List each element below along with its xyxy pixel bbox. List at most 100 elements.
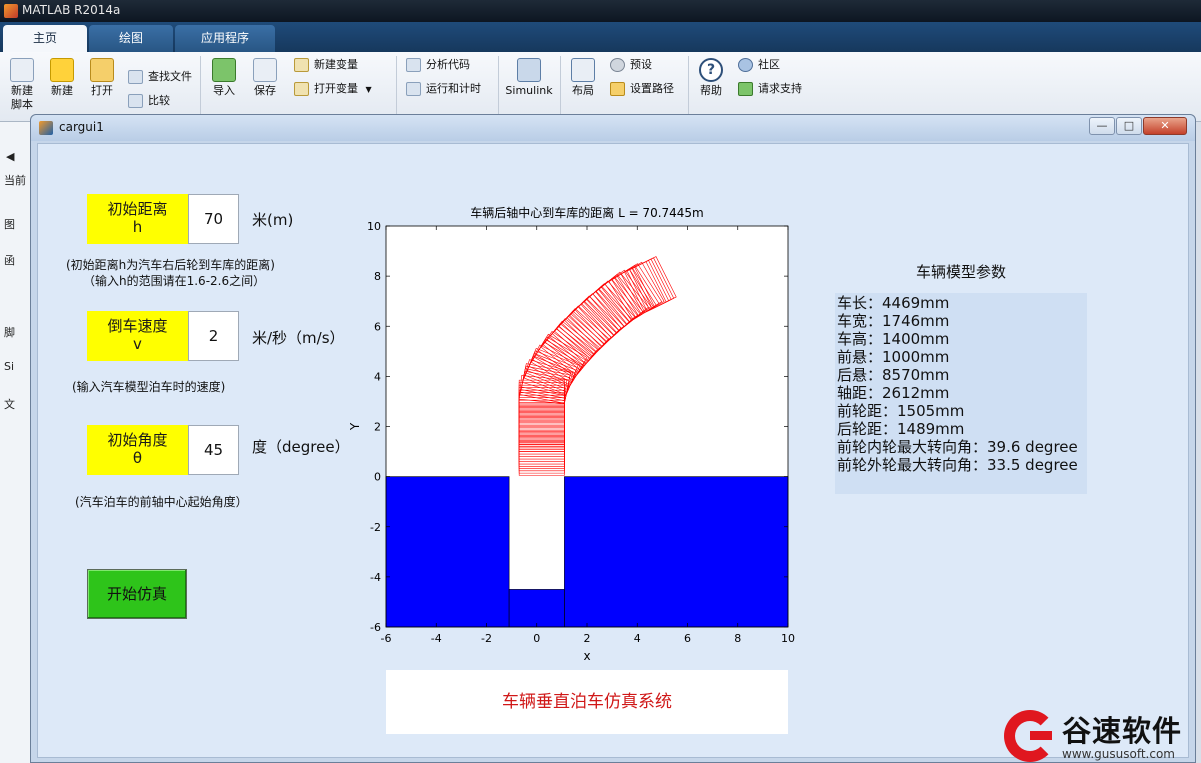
simulink-button[interactable]: Simulink	[504, 58, 554, 98]
analyze-code-icon	[406, 58, 421, 72]
distance-note-2: （输入h的范围请在1.6-2.6之间）	[83, 274, 266, 288]
y-tick-label: -4	[370, 571, 381, 584]
request-support-button[interactable]: 请求支持	[738, 80, 802, 98]
maximize-button[interactable]: □	[1116, 117, 1142, 135]
tree-item-3[interactable]: 脚	[4, 324, 15, 340]
help-button[interactable]: ? 帮助	[694, 58, 728, 98]
ribbon-tabs: 主页 绘图 应用程序	[0, 22, 1201, 52]
param-line: 前轮外轮最大转向角：33.5 degree	[837, 456, 1078, 474]
new-variable-icon	[294, 58, 309, 72]
new-script-label: 新建 脚本	[11, 84, 33, 111]
ground-block	[508, 589, 565, 628]
distance-label-text: 初始距离	[107, 200, 168, 218]
request-support-label: 请求支持	[758, 82, 802, 95]
speed-label: 倒车速度 v	[87, 311, 188, 361]
open-button[interactable]: 打开	[86, 58, 118, 98]
back-arrow-icon[interactable]: ◀	[6, 150, 14, 163]
y-tick-label: 8	[374, 270, 381, 283]
preferences-button[interactable]: 预设	[610, 56, 652, 74]
figure-titlebar: cargui1 — □ ✕	[31, 115, 1195, 141]
minimize-button[interactable]: —	[1089, 117, 1115, 135]
run-and-time-icon	[406, 82, 421, 96]
save-label: 保存	[254, 84, 276, 97]
speed-note: (输入汽车模型泊车时的速度)	[72, 380, 226, 394]
y-tick-label: 10	[367, 220, 381, 233]
gear-icon	[610, 58, 625, 72]
param-line: 车长：4469mm	[837, 294, 950, 312]
import-button[interactable]: 导入	[207, 58, 241, 98]
compare-icon	[128, 94, 143, 108]
import-label: 导入	[213, 84, 235, 97]
angle-label-text: 初始角度	[107, 431, 168, 449]
param-line: 车宽：1746mm	[837, 312, 950, 330]
watermark-name: 谷速软件	[1062, 714, 1183, 748]
tree-item-2[interactable]: 函	[4, 252, 15, 268]
figure-client-area: 初始距离 h 70 米(m) (初始距离h为汽车右后轮到车库的距离) （输入h的…	[37, 143, 1189, 758]
x-tick-label: 6	[684, 632, 691, 645]
y-tick-label: 2	[374, 421, 381, 434]
set-path-button[interactable]: 设置路径	[610, 80, 674, 98]
x-tick-label: 8	[734, 632, 741, 645]
param-line: 前悬：1000mm	[837, 348, 950, 366]
ribbon-divider	[396, 56, 397, 118]
tab-apps[interactable]: 应用程序	[175, 25, 275, 52]
start-simulation-button[interactable]: 开始仿真	[87, 569, 187, 619]
preferences-label: 预设	[630, 58, 652, 71]
find-files-button[interactable]: 查找文件	[128, 68, 192, 86]
new-script-button[interactable]: 新建 脚本	[6, 58, 38, 112]
y-tick-label: 6	[374, 320, 381, 333]
compare-button[interactable]: 比较	[128, 92, 170, 110]
tab-plots[interactable]: 绘图	[89, 25, 173, 52]
x-tick-label: -4	[431, 632, 442, 645]
params-list: 车长：4469mm 车宽：1746mm 车高：1400mm 前悬：1000mm 后悬：8…	[835, 293, 1087, 494]
open-variable-label: 打开变量	[314, 82, 358, 95]
current-folder-panel: ◀ 当前 图 函 脚 Si 文	[0, 122, 32, 763]
run-and-time-button[interactable]: 运行和计时	[406, 80, 481, 98]
distance-label-symbol: h	[132, 218, 143, 236]
layout-button[interactable]: 布局	[566, 58, 600, 98]
speed-input[interactable]: 2	[188, 311, 239, 361]
angle-label-symbol: θ	[132, 449, 143, 467]
help-label: 帮助	[700, 84, 722, 97]
watermark-g-bar	[1030, 731, 1052, 740]
x-tick-label: 2	[584, 632, 591, 645]
new-button[interactable]: 新建	[46, 58, 78, 98]
tree-item-5[interactable]: 文	[4, 396, 15, 412]
layout-icon	[571, 58, 595, 82]
ground-block	[564, 476, 789, 628]
speed-unit: 米/秒（m/s）	[252, 329, 345, 347]
support-icon	[738, 82, 753, 96]
import-icon	[212, 58, 236, 82]
x-tick-label: 4	[634, 632, 641, 645]
y-axis-label: Y	[348, 422, 362, 431]
ribbon-divider	[200, 56, 201, 118]
param-line: 后轮距：1489mm	[837, 420, 965, 438]
new-variable-label: 新建变量	[314, 58, 358, 71]
compare-label: 比较	[148, 94, 170, 107]
open-variable-button[interactable]: 打开变量 ▼	[294, 80, 372, 98]
new-variable-button[interactable]: 新建变量	[294, 56, 358, 74]
close-button[interactable]: ✕	[1143, 117, 1187, 135]
community-button[interactable]: 社区	[738, 56, 780, 74]
analyze-code-button[interactable]: 分析代码	[406, 56, 470, 74]
x-tick-label: -6	[381, 632, 392, 645]
params-heading: 车辆模型参数	[915, 263, 1006, 281]
angle-unit: 度（degree）	[252, 438, 350, 456]
x-tick-label: 10	[781, 632, 795, 645]
param-line: 车高：1400mm	[837, 330, 950, 348]
angle-input[interactable]: 45	[188, 425, 239, 475]
ribbon-toolbar: 新建 脚本 新建 打开 查找文件 比较 导入 保存 新建变量 打开变量 ▼ 分析…	[0, 52, 1201, 122]
matlab-titlebar: MATLAB R2014a	[0, 0, 1201, 22]
tab-home[interactable]: 主页	[3, 25, 87, 52]
tree-item-1[interactable]: 图	[4, 216, 15, 232]
matlab-logo-icon	[4, 4, 18, 18]
ribbon-divider	[688, 56, 689, 118]
distance-input[interactable]: 70	[188, 194, 239, 244]
distance-unit: 米(m)	[252, 211, 294, 229]
chevron-down-icon: ▼	[365, 85, 372, 94]
plus-icon	[50, 58, 74, 82]
save-button[interactable]: 保存	[248, 58, 282, 98]
distance-note-1: (初始距离h为汽车右后轮到车库的距离)	[66, 258, 275, 272]
tree-item-4[interactable]: Si	[4, 360, 14, 373]
distance-label: 初始距离 h	[87, 194, 188, 244]
